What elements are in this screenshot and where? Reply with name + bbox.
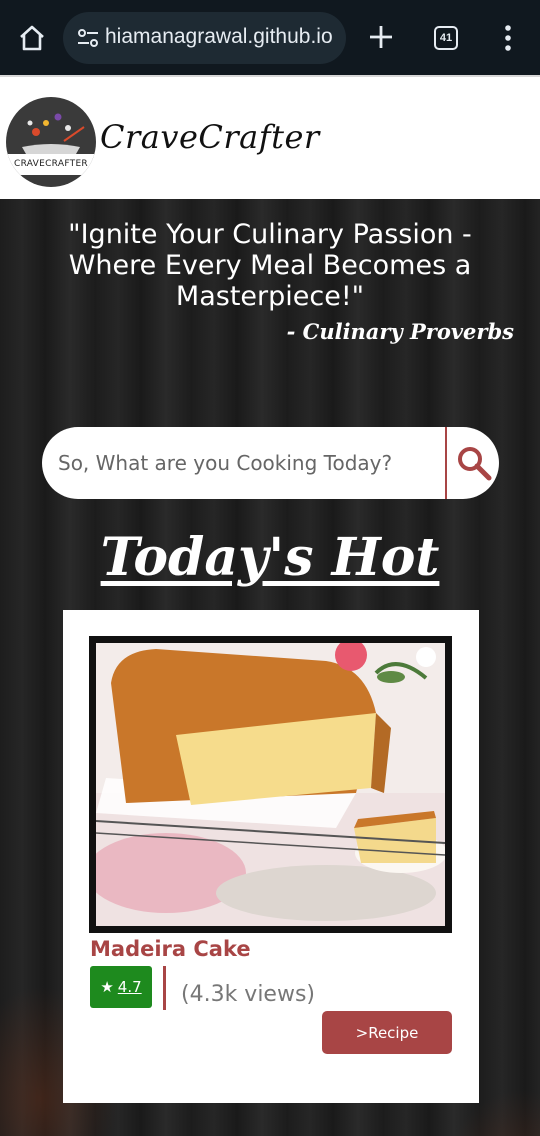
- logo-text: CRAVECRAFTER: [6, 154, 96, 175]
- cake-image: [96, 643, 445, 926]
- brand-name[interactable]: CraveCrafter: [100, 118, 320, 156]
- section-title: Today's Hot: [100, 527, 440, 588]
- recipe-card: Madeira Cake ★ 4.7 (4.3k views) >Recipe: [63, 610, 479, 1103]
- address-bar[interactable]: hiamanagrawal.github.io: [63, 12, 346, 64]
- hero-quote: "Ignite Your Culinary Passion - Where Ev…: [68, 219, 472, 312]
- search-divider: [445, 427, 447, 499]
- quote-attribution: - Culinary Proverbs: [286, 319, 514, 344]
- recipe-button[interactable]: >Recipe: [322, 1011, 452, 1054]
- site-header: CRAVECRAFTER CraveCrafter: [0, 75, 540, 199]
- view-count: (4.3k views): [181, 982, 316, 1007]
- new-tab-icon[interactable]: [366, 22, 396, 52]
- rating-value: 4.7: [117, 978, 142, 996]
- menu-icon[interactable]: [503, 24, 513, 52]
- rating-divider: [163, 966, 166, 1010]
- search-bar: [42, 427, 499, 499]
- recipe-title[interactable]: Madeira Cake: [90, 937, 251, 961]
- tab-switcher-icon[interactable]: 41: [434, 26, 458, 50]
- search-input[interactable]: [58, 443, 438, 483]
- url-text: hiamanagrawal.github.io: [105, 25, 333, 48]
- hero-section: "Ignite Your Culinary Passion - Where Ev…: [0, 199, 540, 1136]
- site-settings-icon[interactable]: [76, 26, 100, 50]
- home-icon[interactable]: [18, 24, 46, 52]
- rating-badge[interactable]: ★ 4.7: [90, 966, 152, 1008]
- star-icon: ★: [100, 978, 114, 996]
- recipe-image[interactable]: [89, 636, 452, 933]
- logo[interactable]: CRAVECRAFTER: [6, 97, 96, 187]
- search-icon: [457, 447, 491, 481]
- cooking-pot-icon: [22, 113, 85, 154]
- search-button[interactable]: [448, 427, 499, 499]
- browser-toolbar: hiamanagrawal.github.io 41: [0, 0, 540, 75]
